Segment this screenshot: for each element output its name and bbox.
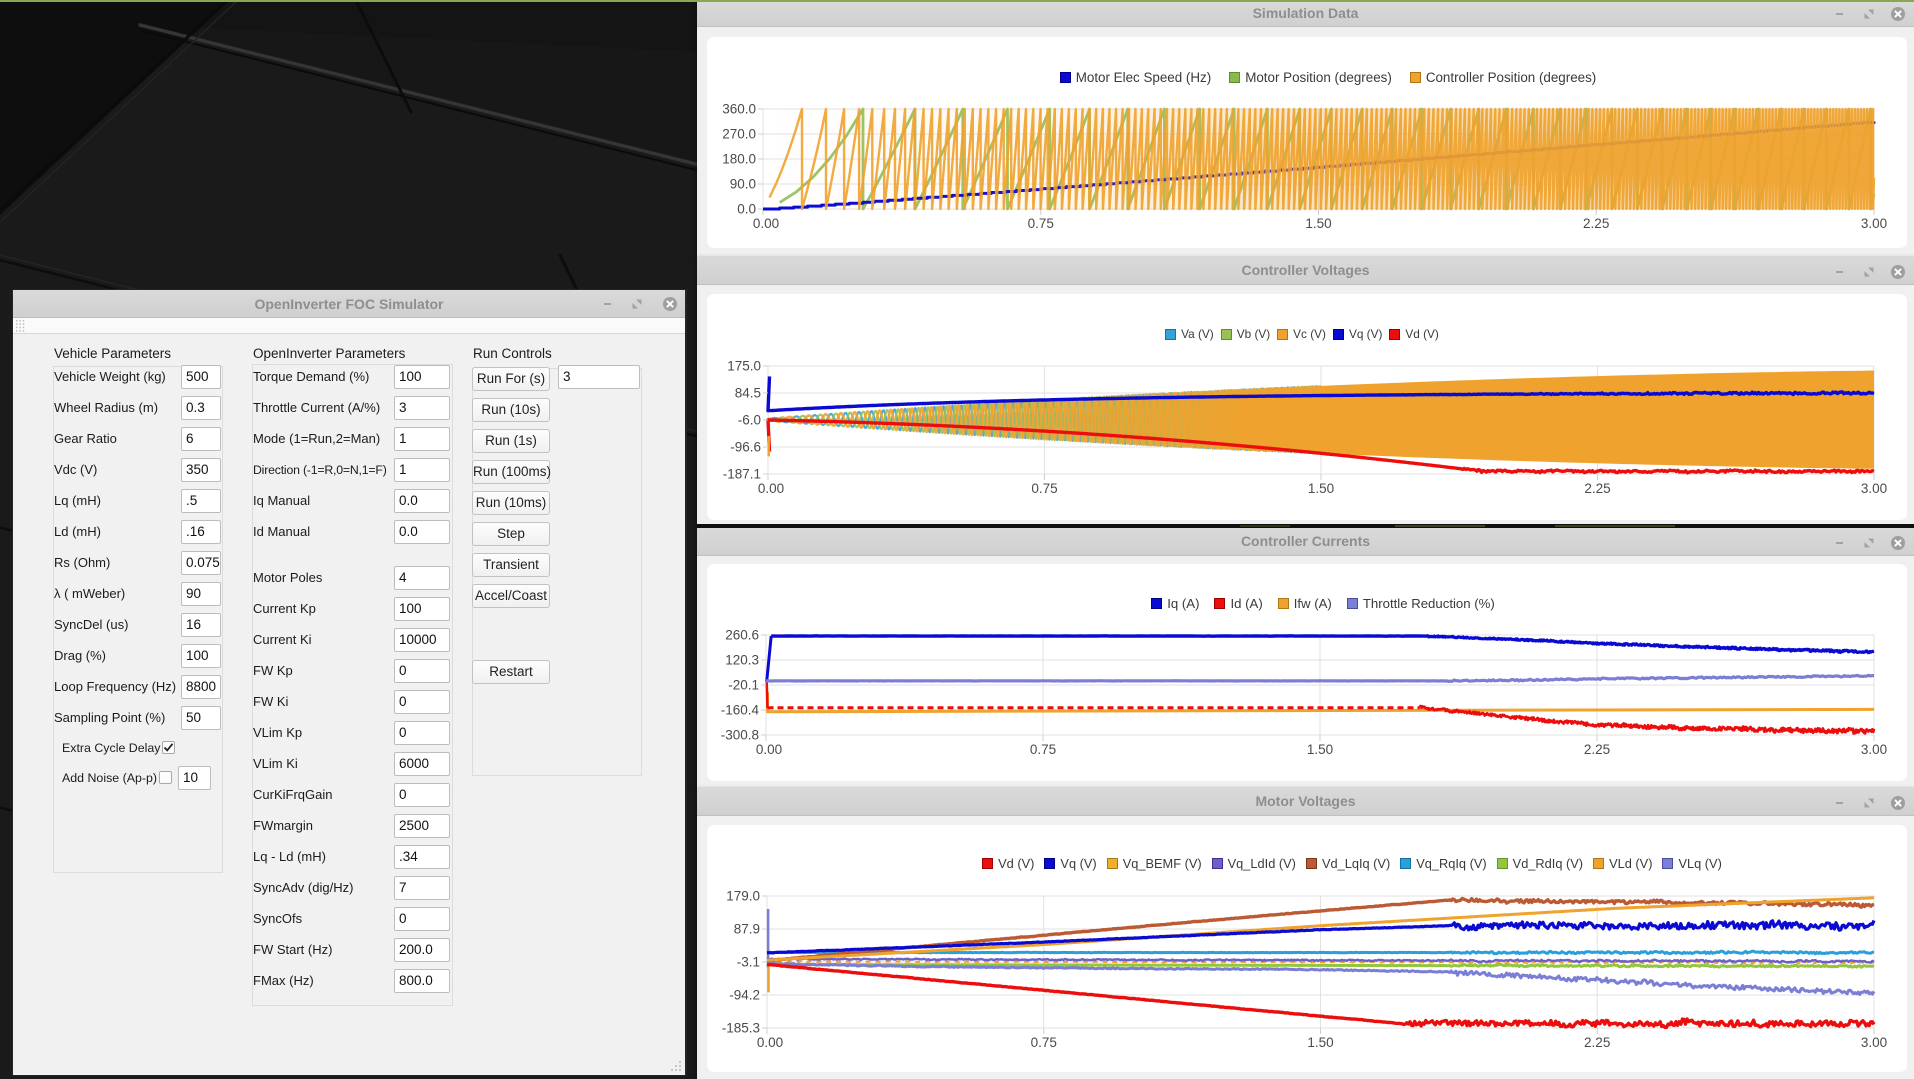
- svg-text:0.75: 0.75: [1031, 481, 1057, 496]
- svg-text:90.0: 90.0: [730, 177, 756, 192]
- svg-text:3.00: 3.00: [1861, 216, 1887, 231]
- svg-text:0.00: 0.00: [757, 1035, 783, 1050]
- svg-text:-6.0: -6.0: [738, 413, 761, 428]
- svg-text:-3.1: -3.1: [737, 955, 760, 970]
- svg-text:1.50: 1.50: [1308, 481, 1334, 496]
- svg-text:2.25: 2.25: [1584, 1035, 1610, 1050]
- svg-text:3.00: 3.00: [1861, 1035, 1887, 1050]
- svg-text:-20.1: -20.1: [728, 678, 759, 693]
- svg-text:180.0: 180.0: [722, 152, 756, 167]
- svg-text:-185.3: -185.3: [722, 1021, 760, 1036]
- svg-text:-160.4: -160.4: [721, 703, 760, 718]
- svg-text:1.50: 1.50: [1307, 1035, 1333, 1050]
- svg-text:2.25: 2.25: [1584, 742, 1610, 757]
- svg-text:0.0: 0.0: [737, 202, 756, 217]
- svg-text:360.0: 360.0: [722, 102, 756, 117]
- svg-text:260.6: 260.6: [725, 628, 759, 643]
- svg-text:179.0: 179.0: [726, 889, 760, 904]
- svg-text:175.0: 175.0: [727, 359, 761, 374]
- svg-text:-96.6: -96.6: [730, 440, 761, 455]
- svg-text:3.00: 3.00: [1861, 742, 1887, 757]
- svg-text:2.25: 2.25: [1583, 216, 1609, 231]
- svg-text:0.00: 0.00: [758, 481, 784, 496]
- svg-text:0.75: 0.75: [1030, 742, 1056, 757]
- svg-text:3.00: 3.00: [1861, 481, 1887, 496]
- svg-text:2.25: 2.25: [1584, 481, 1610, 496]
- svg-text:270.0: 270.0: [722, 127, 756, 142]
- svg-text:87.9: 87.9: [734, 922, 760, 937]
- svg-text:-187.1: -187.1: [723, 467, 761, 482]
- svg-text:-94.2: -94.2: [729, 988, 760, 1003]
- svg-text:1.50: 1.50: [1305, 216, 1331, 231]
- svg-text:-300.8: -300.8: [721, 728, 759, 743]
- svg-text:0.00: 0.00: [756, 742, 782, 757]
- svg-text:0.00: 0.00: [753, 216, 779, 231]
- svg-text:1.50: 1.50: [1307, 742, 1333, 757]
- svg-text:120.3: 120.3: [725, 653, 759, 668]
- svg-text:0.75: 0.75: [1031, 1035, 1057, 1050]
- svg-text:0.75: 0.75: [1028, 216, 1054, 231]
- svg-text:84.5: 84.5: [735, 386, 761, 401]
